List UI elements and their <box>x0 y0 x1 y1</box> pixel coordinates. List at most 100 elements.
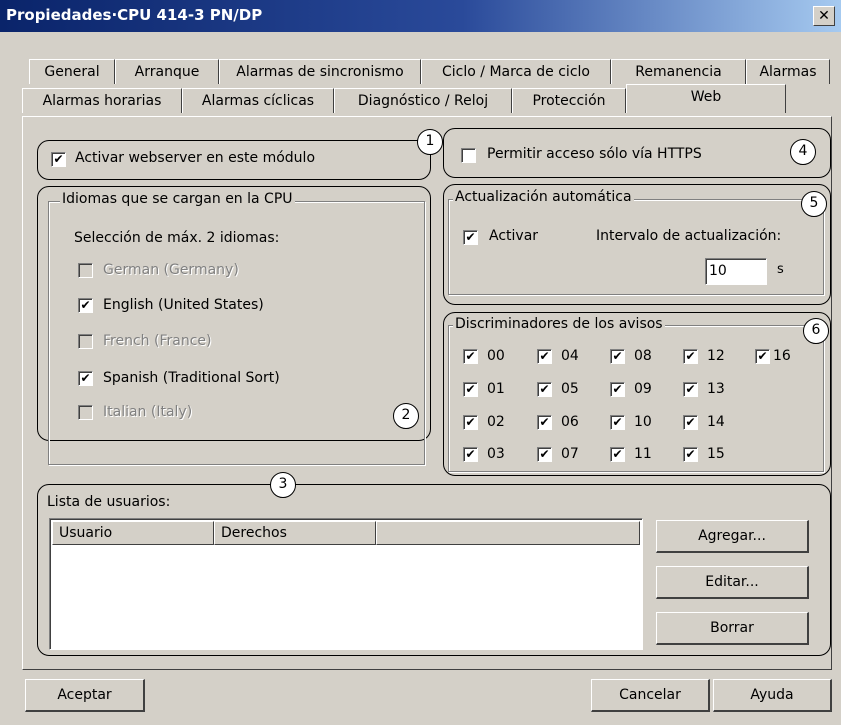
discriminator-label-08: 08 <box>634 348 652 364</box>
callout-4: 4 <box>790 139 816 165</box>
autoupdate-checkbox[interactable]: ✔ <box>463 230 478 245</box>
users-title: Lista de usuarios: <box>47 494 171 510</box>
callout-2: 2 <box>393 403 419 429</box>
tab-label: Alarmas cíclicas <box>201 93 315 109</box>
tab-diagnostico-reloj[interactable]: Diagnóstico / Reloj <box>334 88 512 113</box>
tab-alarmas[interactable]: Alarmas <box>746 59 830 84</box>
language-checkbox-italian[interactable] <box>78 405 93 420</box>
check-icon: ✔ <box>612 382 623 396</box>
discriminator-checkbox-00[interactable]: ✔ <box>463 349 478 364</box>
tab-general[interactable]: General <box>29 59 115 84</box>
discriminator-checkbox-15[interactable]: ✔ <box>683 447 698 462</box>
discriminator-label-11: 11 <box>634 446 652 462</box>
tab-label: Diagnóstico / Reloj <box>357 93 489 109</box>
check-icon: ✔ <box>685 415 696 429</box>
discriminator-label-12: 12 <box>707 348 725 364</box>
discriminator-label-07: 07 <box>561 446 579 462</box>
callout-5: 5 <box>801 191 827 217</box>
callout-3: 3 <box>270 472 296 498</box>
cancel-button[interactable]: Cancelar <box>591 679 710 712</box>
check-icon: ✔ <box>80 371 91 385</box>
discriminator-checkbox-14[interactable]: ✔ <box>683 415 698 430</box>
discriminator-checkbox-11[interactable]: ✔ <box>610 447 625 462</box>
tab-label: Arranque <box>134 64 200 80</box>
tab-ciclo-marca[interactable]: Ciclo / Marca de ciclo <box>421 59 611 84</box>
language-checkbox-spanish[interactable]: ✔ <box>78 371 93 386</box>
discriminator-checkbox-10[interactable]: ✔ <box>610 415 625 430</box>
autoupdate-activate-label: Activar <box>489 228 539 244</box>
check-icon: ✔ <box>80 298 91 312</box>
check-icon: ✔ <box>465 447 476 461</box>
discriminator-label-13: 13 <box>707 381 725 397</box>
check-icon: ✔ <box>612 447 623 461</box>
discriminator-checkbox-04[interactable]: ✔ <box>537 349 552 364</box>
discriminator-label-03: 03 <box>487 446 505 462</box>
discriminator-label-06: 06 <box>561 414 579 430</box>
tab-alarmas-ciclicas[interactable]: Alarmas cíclicas <box>182 88 334 113</box>
check-icon: ✔ <box>685 382 696 396</box>
language-checkbox-french[interactable] <box>78 334 93 349</box>
discriminator-checkbox-05[interactable]: ✔ <box>537 382 552 397</box>
language-checkbox-german[interactable] <box>78 263 93 278</box>
column-header-usuario[interactable]: Usuario <box>52 521 214 545</box>
discriminator-label-04: 04 <box>561 348 579 364</box>
window-title: Propiedades·CPU 414-3 PN/DP <box>6 6 263 24</box>
interval-input[interactable]: 10 <box>705 258 767 285</box>
check-icon: ✔ <box>465 349 476 363</box>
discriminator-checkbox-06[interactable]: ✔ <box>537 415 552 430</box>
discriminator-checkbox-03[interactable]: ✔ <box>463 447 478 462</box>
edit-button[interactable]: Editar... <box>656 566 809 599</box>
language-label-french: French (France) <box>103 333 212 349</box>
tab-label: Protección <box>532 93 606 109</box>
discriminator-label-15: 15 <box>707 446 725 462</box>
delete-button[interactable]: Borrar <box>656 612 809 645</box>
languages-subtitle: Selección de máx. 2 idiomas: <box>74 230 280 246</box>
check-icon: ✔ <box>539 447 550 461</box>
discriminator-checkbox-02[interactable]: ✔ <box>463 415 478 430</box>
discriminator-checkbox-16[interactable]: ✔ <box>755 349 770 364</box>
languages-title: Idiomas que se cargan en la CPU <box>60 191 295 207</box>
close-icon: ✕ <box>818 8 830 24</box>
tab-proteccion[interactable]: Protección <box>512 88 626 113</box>
tab-web[interactable]: Web <box>626 84 786 113</box>
discriminator-checkbox-01[interactable]: ✔ <box>463 382 478 397</box>
check-icon: ✔ <box>53 152 64 166</box>
tab-remanencia[interactable]: Remanencia <box>611 59 746 84</box>
discriminators-title: Discriminadores de los avisos <box>453 316 665 332</box>
check-icon: ✔ <box>539 349 550 363</box>
check-icon: ✔ <box>539 415 550 429</box>
discriminator-checkbox-08[interactable]: ✔ <box>610 349 625 364</box>
check-icon: ✔ <box>612 415 623 429</box>
https-checkbox[interactable] <box>461 148 476 163</box>
discriminator-checkbox-09[interactable]: ✔ <box>610 382 625 397</box>
tab-alarmas-sincronismo[interactable]: Alarmas de sincronismo <box>219 59 421 84</box>
autoupdate-title: Actualización automática <box>453 189 634 205</box>
discriminator-label-05: 05 <box>561 381 579 397</box>
add-button[interactable]: Agregar... <box>656 520 809 553</box>
tab-alarmas-horarias[interactable]: Alarmas horarias <box>22 88 182 113</box>
tab-arranque[interactable]: Arranque <box>115 59 219 84</box>
discriminator-checkbox-07[interactable]: ✔ <box>537 447 552 462</box>
callout-1: 1 <box>417 129 443 155</box>
language-checkbox-english[interactable]: ✔ <box>78 298 93 313</box>
close-button[interactable]: ✕ <box>813 6 835 26</box>
language-label-english: English (United States) <box>103 297 264 313</box>
webserver-checkbox[interactable]: ✔ <box>51 152 66 167</box>
check-icon: ✔ <box>465 382 476 396</box>
autoupdate-group <box>448 199 824 295</box>
discriminator-checkbox-12[interactable]: ✔ <box>683 349 698 364</box>
tab-label: Alarmas de sincronismo <box>236 64 404 80</box>
callout-6: 6 <box>803 318 829 344</box>
discriminator-label-02: 02 <box>487 414 505 430</box>
column-header-derechos[interactable]: Derechos <box>214 521 376 545</box>
check-icon: ✔ <box>685 447 696 461</box>
ok-button[interactable]: Aceptar <box>25 679 145 712</box>
help-button[interactable]: Ayuda <box>713 679 832 712</box>
discriminator-checkbox-13[interactable]: ✔ <box>683 382 698 397</box>
tab-label: Web <box>690 89 722 105</box>
column-header-empty[interactable] <box>376 521 640 545</box>
check-icon: ✔ <box>539 382 550 396</box>
tab-label: General <box>44 64 100 80</box>
https-label: Permitir acceso sólo vía HTTPS <box>487 146 702 162</box>
users-table[interactable]: Usuario Derechos <box>49 518 643 650</box>
